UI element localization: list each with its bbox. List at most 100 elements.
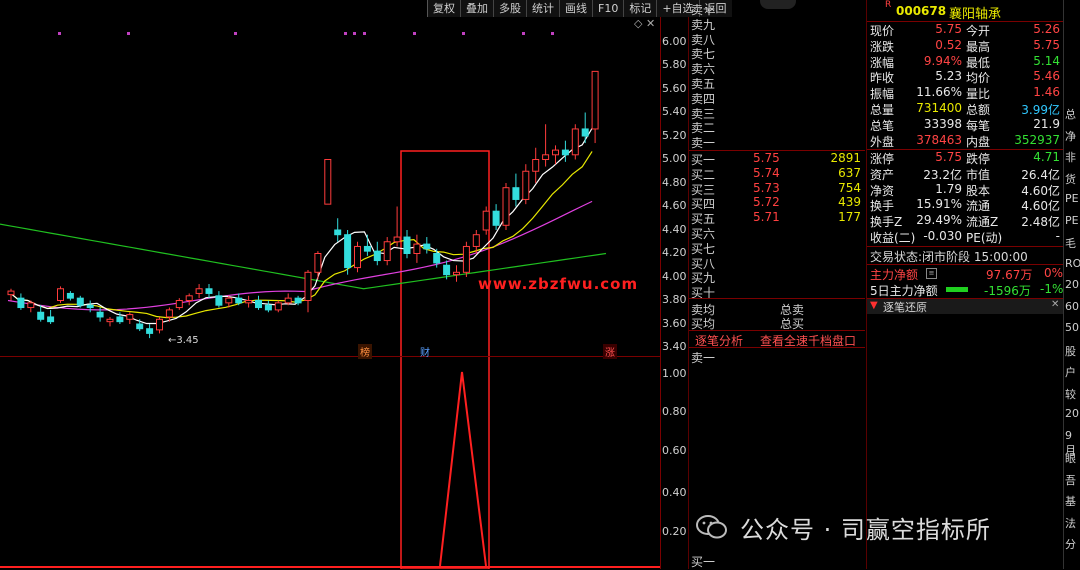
y-tick: 0.60	[662, 444, 687, 457]
overlay-button[interactable]: 叠加	[460, 0, 493, 17]
trade-status: 交易状态:闭市阶段 15:00:00	[870, 248, 1028, 265]
quote-label: 总笔	[870, 118, 895, 133]
candle-body	[571, 128, 579, 156]
candle-body	[581, 128, 589, 137]
candle-body	[185, 295, 193, 301]
candle-body	[215, 295, 223, 306]
quote-value: 4.60亿	[1021, 199, 1060, 214]
expand-icon[interactable]: ◇	[634, 17, 642, 30]
bid-row[interactable]: 买六	[691, 225, 865, 241]
tabs-top-line	[689, 330, 865, 331]
quote-value: 5.23	[935, 69, 962, 84]
bid-row[interactable]: 买五 5.71 177	[691, 210, 865, 226]
bid-row[interactable]: 买一 5.75 2891	[691, 151, 865, 167]
bid-row[interactable]: 买十	[691, 284, 865, 300]
ask-row[interactable]: 卖六	[691, 60, 865, 76]
ask-row[interactable]: 卖七	[691, 45, 865, 61]
y-tick: 3.80	[662, 293, 687, 306]
quote-value: 11.66%	[916, 85, 962, 100]
quote-label: 股本	[966, 183, 991, 198]
candle-body	[393, 236, 401, 243]
signal-dot	[522, 32, 525, 35]
right-edge-label: PE	[1065, 192, 1079, 205]
badge-zhang[interactable]: 涨	[603, 344, 617, 359]
quote-label: 今开	[966, 24, 991, 38]
ask-row[interactable]: 卖一	[691, 134, 865, 150]
info-icon[interactable]: ≡	[926, 268, 937, 279]
f10-button[interactable]: F10	[592, 0, 624, 17]
bottom-bid-label: 买一	[691, 555, 716, 569]
quote-value: -	[1055, 229, 1060, 243]
quote-value: -0.030	[923, 229, 962, 243]
candle-body	[363, 245, 371, 252]
candle-body	[561, 149, 569, 156]
ask-row[interactable]: 卖五	[691, 75, 865, 91]
y-tick: 4.20	[662, 246, 687, 259]
wechat-account-text: 公众号 · 司赢空指标所	[740, 516, 991, 544]
bid-row[interactable]: 买三 5.73 754	[691, 181, 865, 197]
multi-stock-button[interactable]: 多股	[493, 0, 526, 17]
quote-label: 换手	[870, 199, 895, 214]
close-icon[interactable]: ✕	[646, 17, 655, 30]
trades-panel-header[interactable]: ▼ 逐笔还原 ✕	[867, 298, 1063, 314]
quote-row: 换手Z 29.49% 流通Z 2.48亿	[870, 213, 1062, 229]
signal-dot	[462, 32, 465, 35]
right-edge-label: 较	[1065, 387, 1076, 401]
right-edge-label: 50	[1065, 321, 1079, 334]
restore-rights-button[interactable]: 复权	[427, 0, 460, 17]
quote-row: 现价 5.75 今开 5.26	[870, 22, 1062, 38]
candle-body	[304, 271, 312, 301]
candle-body	[482, 210, 490, 231]
quote-label: 最高	[966, 39, 991, 54]
candle-body	[37, 311, 45, 320]
candle-body	[66, 292, 74, 299]
main-capital-value: 97.67万	[986, 268, 1033, 282]
quote-value: 4.60亿	[1021, 183, 1060, 198]
panel-divider	[688, 0, 689, 569]
quote-value: 5.75	[935, 150, 962, 164]
badge-bang[interactable]: 榜	[358, 344, 372, 359]
chevron-up-icon[interactable]: ⌃	[773, 0, 781, 7]
y-tick: 5.80	[662, 58, 687, 71]
ask-row[interactable]: 卖二	[691, 119, 865, 135]
trades-panel-title: 逐笔还原	[883, 301, 927, 314]
ask-bid-divider	[689, 150, 865, 151]
bid-row[interactable]: 买七	[691, 240, 865, 256]
quote-value: 21.9	[1033, 116, 1060, 131]
panel-close-icon[interactable]: ✕	[1051, 299, 1059, 310]
quote-label: 涨跌	[870, 39, 895, 54]
quote-value: 26.4亿	[1021, 167, 1060, 182]
statistics-button[interactable]: 统计	[526, 0, 559, 17]
candle-body	[136, 323, 144, 330]
candle-body	[17, 297, 25, 309]
quote-value: 5.14	[1033, 53, 1060, 68]
ask-row[interactable]: 卖四	[691, 90, 865, 106]
badge-cai[interactable]: 财	[418, 344, 432, 359]
bid-row[interactable]: 买八	[691, 255, 865, 271]
bid-row[interactable]: 买九	[691, 269, 865, 285]
ask-row[interactable]: 卖三	[691, 105, 865, 121]
capital-bar	[946, 287, 968, 292]
signal-dot	[234, 32, 237, 35]
signal-dot	[127, 32, 130, 35]
draw-line-button[interactable]: 画线	[559, 0, 592, 17]
quote-value: 2.48亿	[1021, 215, 1060, 230]
right-edge-divider	[1063, 0, 1064, 569]
ask-row[interactable]: 卖八	[691, 31, 865, 47]
mark-button[interactable]: 标记	[623, 0, 657, 17]
candle-body	[195, 288, 203, 294]
quote-label: 每笔	[966, 118, 991, 133]
candle-body	[146, 328, 154, 334]
bid-row[interactable]: 买四 5.72 439	[691, 195, 865, 211]
ask-row[interactable]: 卖九	[691, 16, 865, 32]
quote-label: 现价	[870, 24, 895, 38]
quote-value: 29.49%	[916, 213, 962, 228]
bid-row[interactable]: 买二 5.74 637	[691, 166, 865, 182]
right-edge-label: 货	[1065, 172, 1076, 186]
collapse-triangle-icon[interactable]: ▼	[870, 300, 878, 311]
bid-volume: 177	[838, 210, 861, 225]
quote-label: 流通Z	[966, 215, 999, 230]
trade-status-value: 闭市阶段	[922, 250, 971, 264]
y-tick: 6.00	[662, 35, 687, 48]
quote-label: 总额	[966, 103, 991, 117]
